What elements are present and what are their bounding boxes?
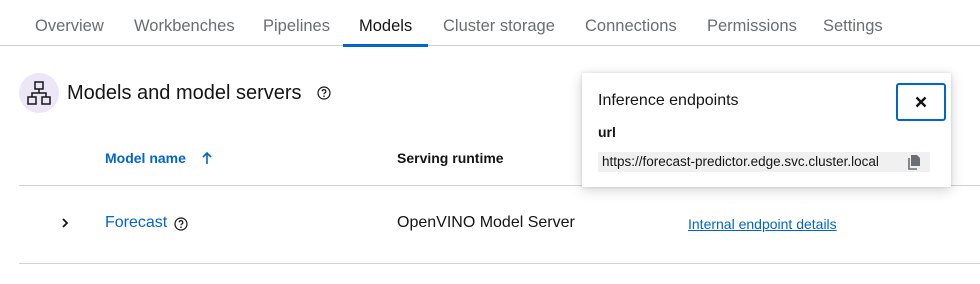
model-name-link[interactable]: Forecast bbox=[105, 214, 167, 232]
tab-models[interactable]: Models bbox=[343, 0, 429, 47]
serving-runtime-value: OpenVINO Model Server bbox=[397, 214, 575, 231]
column-header-model-name[interactable]: Model name bbox=[105, 150, 186, 166]
tab-connections[interactable]: Connections bbox=[569, 0, 693, 46]
chevron-right-icon[interactable] bbox=[58, 216, 72, 230]
help-circle-icon[interactable] bbox=[174, 217, 188, 231]
tab-settings[interactable]: Settings bbox=[807, 0, 899, 46]
url-label: url bbox=[598, 124, 616, 140]
tab-permissions[interactable]: Permissions bbox=[691, 0, 813, 46]
column-header-serving-runtime: Serving runtime bbox=[397, 150, 504, 166]
tab-workbenches[interactable]: Workbenches bbox=[118, 0, 251, 46]
url-copy-field: https://forecast-predictor.edge.svc.clus… bbox=[598, 152, 930, 172]
inference-endpoints-popover: Inference endpoints url https://forecast… bbox=[582, 73, 951, 187]
close-icon bbox=[915, 96, 927, 108]
table-row-divider bbox=[19, 263, 980, 264]
tab-pipelines[interactable]: Pipelines bbox=[247, 0, 346, 46]
arrow-up-icon[interactable] bbox=[201, 151, 213, 165]
copy-icon[interactable] bbox=[908, 154, 922, 170]
help-circle-icon[interactable] bbox=[317, 86, 331, 100]
project-tabs: Overview Workbenches Pipelines Models Cl… bbox=[0, 0, 980, 47]
model-server-icon bbox=[19, 73, 59, 113]
tab-cluster-storage[interactable]: Cluster storage bbox=[427, 0, 571, 46]
tab-overview[interactable]: Overview bbox=[19, 0, 120, 46]
popover-title: Inference endpoints bbox=[598, 92, 739, 109]
url-value[interactable]: https://forecast-predictor.edge.svc.clus… bbox=[602, 154, 879, 169]
internal-endpoint-details-link[interactable]: Internal endpoint details bbox=[688, 216, 837, 232]
popover-close-button[interactable] bbox=[896, 83, 946, 121]
section-title: Models and model servers bbox=[67, 82, 302, 104]
